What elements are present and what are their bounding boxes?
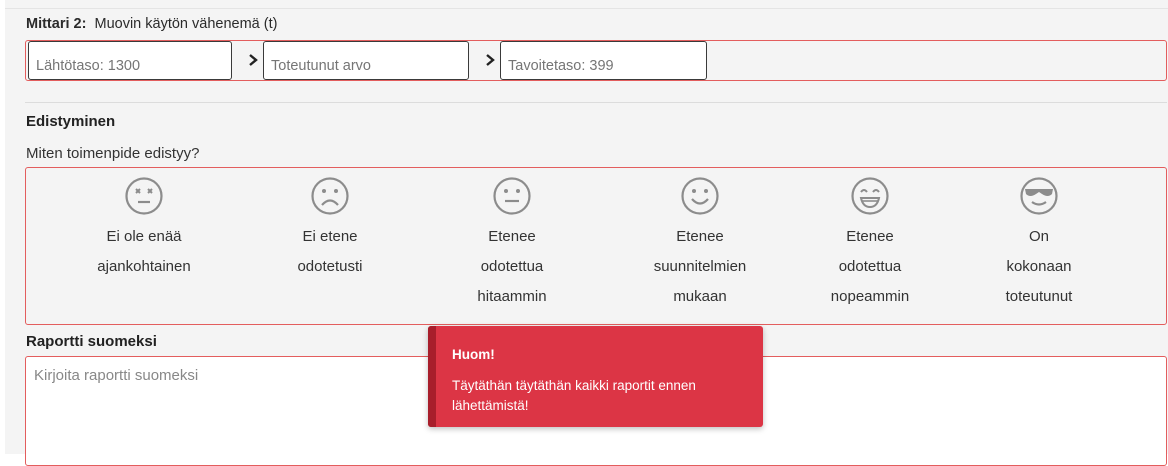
chevron-right-icon <box>483 50 497 70</box>
option-label: kokonaan <box>1006 258 1072 275</box>
option-completed[interactable]: On kokonaan toteutunut <box>969 176 1109 312</box>
progress-options: Ei ole enää ajankohtainen Ei etene odote… <box>25 167 1167 325</box>
section-divider <box>25 102 1167 103</box>
metric-title: Mittari 2: Muovin käytön vähenemä (t) <box>26 16 277 32</box>
option-label: Etenee <box>676 228 724 245</box>
option-label: nopeammin <box>830 288 910 305</box>
warning-toast[interactable]: Huom! Täytäthän täytäthän kaikki raporti… <box>428 326 763 427</box>
option-label: Etenee <box>488 228 536 245</box>
option-on-plan[interactable]: Etenee suunnitelmien mukaan <box>630 176 770 312</box>
top-divider <box>5 8 1168 9</box>
option-label: odotettua <box>480 258 544 275</box>
sunglasses-face-icon <box>1020 177 1058 215</box>
option-label: hitaammin <box>477 288 547 305</box>
metric-input-row <box>25 40 1167 81</box>
option-label: ajankohtainen <box>97 258 191 275</box>
option-not-progressing[interactable]: Ei etene odotetusti <box>260 176 400 282</box>
toast-title: Huom! <box>452 347 495 362</box>
option-label: Etenee <box>846 228 894 245</box>
metric-name: Muovin käytön vähenemä (t) <box>94 16 278 32</box>
option-label: Ei ole enää <box>106 228 182 245</box>
option-label: suunnitelmien <box>653 258 747 275</box>
option-label: Ei etene <box>302 228 358 245</box>
toast-accent-bar <box>428 326 436 427</box>
dizzy-face-icon <box>125 177 163 215</box>
option-not-relevant[interactable]: Ei ole enää ajankohtainen <box>74 176 214 282</box>
option-label: toteutunut <box>1005 288 1073 305</box>
target-input[interactable] <box>500 41 707 80</box>
progress-title: Edistyminen <box>26 113 116 130</box>
grin-face-icon <box>851 177 889 215</box>
report-placeholder: Kirjoita raportti suomeksi <box>34 367 199 384</box>
option-faster[interactable]: Etenee odotettua nopeammin <box>800 176 940 312</box>
option-label: mukaan <box>673 288 727 305</box>
sad-face-icon <box>311 177 349 215</box>
baseline-input[interactable] <box>28 41 232 80</box>
toast-message: Täytäthän täytäthän kaikki raportit enne… <box>452 378 696 413</box>
option-slower[interactable]: Etenee odotettua hitaammin <box>442 176 582 312</box>
option-label: On <box>1028 228 1049 245</box>
smile-face-icon <box>681 177 719 215</box>
option-label: odotetusti <box>297 258 363 275</box>
progress-question: Miten toimenpide edistyy? <box>26 145 200 162</box>
option-label: odotettua <box>838 258 902 275</box>
metric-number: Mittari 2: <box>26 16 87 32</box>
actual-value-input[interactable] <box>263 41 469 80</box>
chevron-right-icon <box>246 50 260 70</box>
neutral-face-icon <box>493 177 531 215</box>
report-title: Raportti suomeksi <box>26 333 157 350</box>
